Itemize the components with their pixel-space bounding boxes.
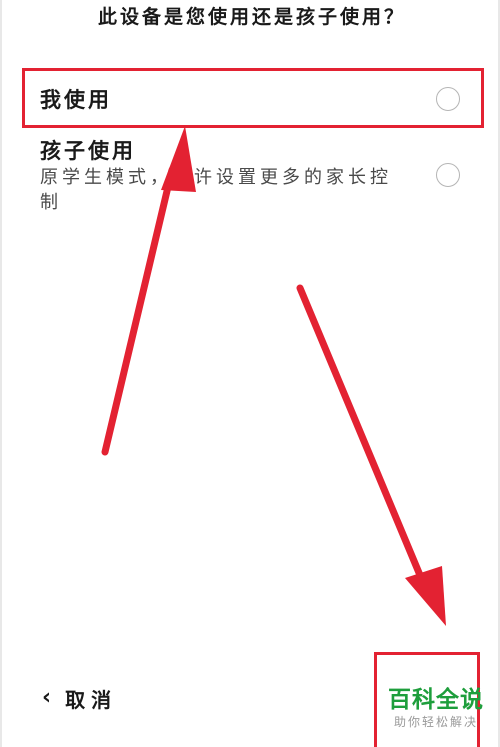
option-child-use-label: 孩子使用: [40, 138, 136, 163]
device-user-selection-screen: 此设备是您使用还是孩子使用？ 我使用 孩子使用 原学生模式，允许设置更多的家长控…: [0, 0, 500, 747]
watermark-logo: 百科全说 助你轻松解决: [378, 686, 494, 730]
option-child-use[interactable]: 孩子使用 原学生模式，允许设置更多的家长控制: [24, 133, 482, 223]
option-self-use[interactable]: 我使用: [24, 70, 482, 128]
cancel-label: 取消: [65, 687, 118, 712]
annotation-arrow-down-head: [405, 566, 446, 626]
option-self-use-label: 我使用: [40, 87, 112, 112]
option-child-use-description: 原学生模式，允许设置更多的家长控制: [40, 167, 392, 213]
watermark-subtitle: 助你轻松解决: [393, 715, 478, 729]
annotation-arrow-down-shaft: [296, 284, 426, 584]
option-child-use-radio[interactable]: [436, 163, 460, 187]
chevron-left-icon: ‹: [42, 685, 52, 710]
question-title: 此设备是您使用还是孩子使用？: [97, 6, 406, 28]
option-self-use-radio[interactable]: [436, 87, 460, 111]
cancel-button[interactable]: ‹ 取消: [42, 680, 117, 716]
watermark-title: 百科全说: [388, 687, 484, 713]
